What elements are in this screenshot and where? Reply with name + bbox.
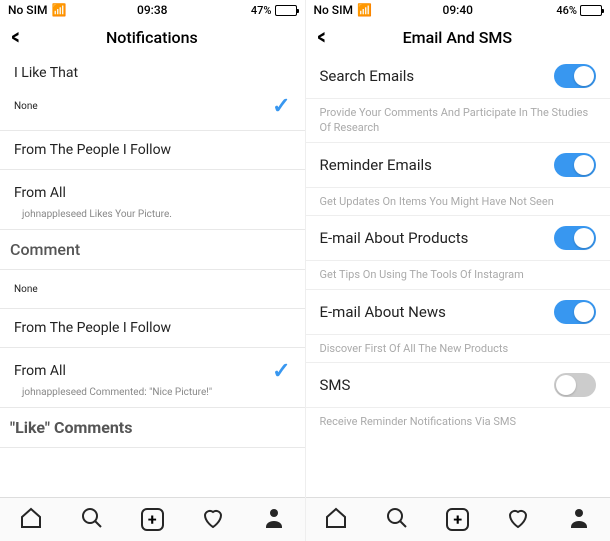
status-bar: No SIM 📶 09:38 47%: [0, 0, 305, 20]
page-title: Notifications: [29, 28, 274, 47]
check-icon: ✓: [272, 359, 290, 384]
desc-news: Discover First Of All The New Products: [306, 335, 610, 363]
section-like-comments: "Like" Comments: [0, 408, 305, 447]
row-email-news: E-mail About News: [320, 303, 446, 321]
option-none-2[interactable]: None: [14, 284, 38, 295]
home-icon[interactable]: [19, 506, 43, 534]
page-title: Email And SMS: [335, 28, 580, 47]
back-button[interactable]: <: [12, 25, 20, 50]
activity-icon[interactable]: [506, 506, 530, 534]
activity-icon[interactable]: [201, 506, 225, 534]
option-from-all[interactable]: From All: [14, 185, 66, 201]
clock: 09:40: [443, 3, 473, 17]
option-from-all-2[interactable]: From All: [14, 363, 66, 379]
carrier-label: No SIM: [8, 3, 47, 17]
add-post-icon[interactable]: +: [446, 508, 469, 531]
carrier-label: No SIM: [314, 3, 353, 17]
row-search-emails: Search Emails: [320, 67, 415, 85]
clock: 09:38: [137, 3, 167, 17]
section-comment: Comment: [0, 230, 305, 269]
row-email-products: E-mail About Products: [320, 229, 469, 247]
option-like-that[interactable]: I Like That: [14, 65, 78, 81]
toggle-sms[interactable]: [554, 373, 596, 397]
desc-sms: Receive Reminder Notifications Via SMS: [306, 408, 610, 435]
battery-icon: [580, 5, 602, 16]
option-from-follow[interactable]: From The People I Follow: [14, 142, 171, 158]
tab-bar: +: [306, 497, 610, 541]
search-icon[interactable]: [80, 506, 104, 534]
desc-products: Get Tips On Using The Tools Of Instagram: [306, 261, 610, 289]
option-from-follow-2[interactable]: From The People I Follow: [14, 320, 171, 336]
battery-pct: 46%: [556, 4, 577, 17]
home-icon[interactable]: [324, 506, 348, 534]
add-post-icon[interactable]: +: [141, 508, 164, 531]
tab-bar: +: [0, 497, 305, 541]
toggle-email-news[interactable]: [554, 300, 596, 324]
battery-pct: 47%: [251, 4, 272, 17]
toggle-search-emails[interactable]: [554, 64, 596, 88]
example-text-2: johnappleseed Commented: "Nice Picture!": [0, 386, 305, 407]
right-screen: No SIM 📶 09:40 46% < Email And SMS Search…: [306, 0, 610, 541]
status-bar: No SIM 📶 09:40 46%: [306, 0, 610, 20]
option-none[interactable]: None: [14, 101, 38, 112]
toggle-email-products[interactable]: [554, 226, 596, 250]
profile-icon[interactable]: [567, 506, 591, 534]
left-screen: No SIM 📶 09:38 47% < Notifications I Like…: [0, 0, 306, 541]
battery-icon: [275, 5, 297, 16]
example-text: johnappleseed Likes Your Picture.: [0, 208, 305, 229]
desc-search: Provide Your Comments And Participate In…: [306, 99, 610, 143]
desc-reminder: Get Updates On Items You Might Have Not …: [306, 188, 610, 216]
back-button[interactable]: <: [317, 25, 325, 50]
check-icon: ✓: [272, 94, 290, 119]
nav-header: < Email And SMS: [306, 20, 610, 54]
wifi-icon: 📶: [51, 4, 66, 16]
row-reminder-emails: Reminder Emails: [320, 156, 432, 174]
profile-icon[interactable]: [262, 506, 286, 534]
row-sms: SMS: [320, 376, 351, 394]
toggle-reminder-emails[interactable]: [554, 153, 596, 177]
search-icon[interactable]: [385, 506, 409, 534]
nav-header: < Notifications: [0, 20, 305, 54]
wifi-icon: 📶: [357, 4, 372, 16]
